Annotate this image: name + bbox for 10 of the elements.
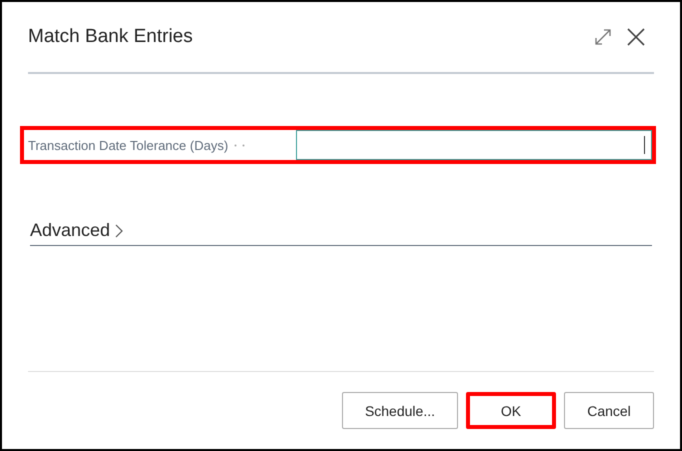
input-field[interactable] <box>296 130 652 160</box>
dialog-button[interactable]: Cancel <box>564 392 654 429</box>
dialog-button[interactable]: Schedule... <box>342 392 458 429</box>
expand-icon[interactable] <box>594 28 612 46</box>
dialog-title: Match Bank Entries <box>28 26 194 48</box>
section-title[interactable]: Advanced <box>30 220 110 241</box>
close-icon[interactable] <box>626 27 646 47</box>
field-label: Transaction Date Tolerance (Days) <box>24 130 296 160</box>
chevron-icon[interactable] <box>114 224 124 238</box>
dialog-button[interactable]: OK <box>466 392 556 429</box>
